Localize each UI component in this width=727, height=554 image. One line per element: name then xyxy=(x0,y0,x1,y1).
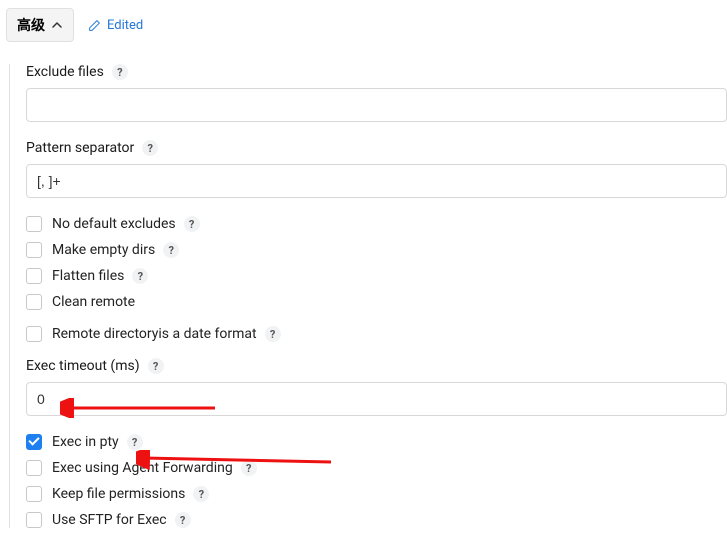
exec-in-pty-row: Exec in pty? xyxy=(26,434,727,450)
help-icon[interactable]: ? xyxy=(142,140,158,156)
exec-agent-forwarding-label[interactable]: Exec using Agent Forwarding? xyxy=(52,460,257,476)
pattern-separator-input[interactable] xyxy=(26,164,727,198)
make-empty-dirs-row: Make empty dirs? xyxy=(26,242,727,258)
advanced-collapse-label: 高级 xyxy=(17,15,45,35)
remote-directory-date-checkbox[interactable] xyxy=(26,326,42,342)
exec-agent-forwarding-checkbox[interactable] xyxy=(26,460,42,476)
help-icon[interactable]: ? xyxy=(193,486,209,502)
flatten-files-checkbox[interactable] xyxy=(26,268,42,284)
exec-in-pty-checkbox[interactable] xyxy=(26,434,42,450)
use-sftp-for-exec-row: Use SFTP for Exec? xyxy=(26,512,727,528)
pattern-separator-field: Pattern separator ? xyxy=(26,140,727,198)
chevron-up-icon xyxy=(51,19,63,31)
advanced-content: Exclude files ? Pattern separator ? No d… xyxy=(9,64,727,528)
keep-file-permissions-label[interactable]: Keep file permissions? xyxy=(52,486,209,502)
exec-timeout-field: Exec timeout (ms) ? xyxy=(26,358,727,416)
exclude-files-label: Exclude files xyxy=(26,64,104,80)
no-default-excludes-checkbox[interactable] xyxy=(26,216,42,232)
clean-remote-checkbox[interactable] xyxy=(26,294,42,310)
help-icon[interactable]: ? xyxy=(148,358,164,374)
no-default-excludes-label[interactable]: No default excludes? xyxy=(52,216,200,232)
exec-agent-forwarding-row: Exec using Agent Forwarding? xyxy=(26,460,727,476)
help-icon[interactable]: ? xyxy=(241,460,257,476)
clean-remote-row: Clean remote xyxy=(26,294,727,310)
exclude-files-input[interactable] xyxy=(26,88,727,122)
help-icon[interactable]: ? xyxy=(112,64,128,80)
help-icon[interactable]: ? xyxy=(132,268,148,284)
help-icon[interactable]: ? xyxy=(265,326,281,342)
edited-label: Edited xyxy=(107,18,143,33)
exec-timeout-label: Exec timeout (ms) xyxy=(26,358,140,374)
help-icon[interactable]: ? xyxy=(127,434,143,450)
help-icon[interactable]: ? xyxy=(163,242,179,258)
make-empty-dirs-label[interactable]: Make empty dirs? xyxy=(52,242,179,258)
keep-file-permissions-row: Keep file permissions? xyxy=(26,486,727,502)
help-icon[interactable]: ? xyxy=(184,216,200,232)
pencil-icon xyxy=(88,19,101,32)
advanced-collapse-button[interactable]: 高级 xyxy=(6,8,74,42)
clean-remote-label[interactable]: Clean remote xyxy=(52,294,135,310)
exec-timeout-input[interactable] xyxy=(26,382,727,416)
flatten-files-label[interactable]: Flatten files? xyxy=(52,268,148,284)
help-icon[interactable]: ? xyxy=(175,512,191,528)
remote-directory-date-label[interactable]: Remote directoryis a date format? xyxy=(52,326,281,342)
pattern-separator-label: Pattern separator xyxy=(26,140,134,156)
exclude-files-field: Exclude files ? xyxy=(26,64,727,122)
use-sftp-for-exec-label[interactable]: Use SFTP for Exec? xyxy=(52,512,191,528)
keep-file-permissions-checkbox[interactable] xyxy=(26,486,42,502)
remote-directory-date-row: Remote directoryis a date format? xyxy=(26,326,727,342)
flatten-files-row: Flatten files? xyxy=(26,268,727,284)
use-sftp-for-exec-checkbox[interactable] xyxy=(26,512,42,528)
make-empty-dirs-checkbox[interactable] xyxy=(26,242,42,258)
edited-tag[interactable]: Edited xyxy=(88,18,143,33)
no-default-excludes-row: No default excludes? xyxy=(26,216,727,232)
exec-in-pty-label[interactable]: Exec in pty? xyxy=(52,434,143,450)
